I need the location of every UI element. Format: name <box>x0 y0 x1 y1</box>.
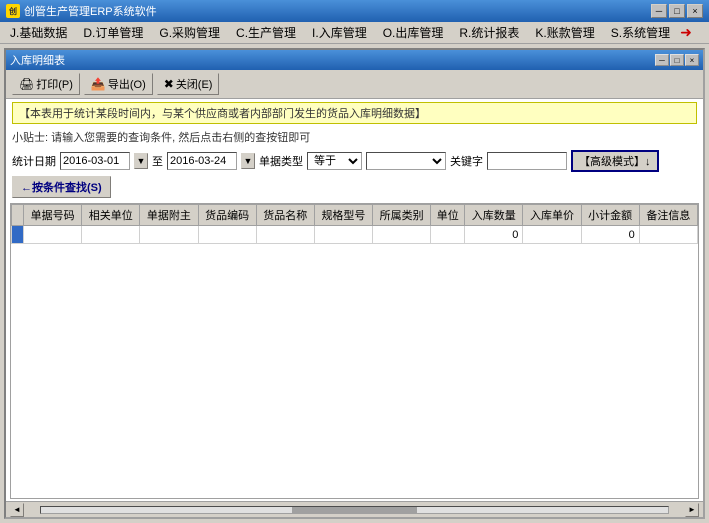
keyword-input[interactable] <box>487 152 567 170</box>
menu-orders[interactable]: D.订单管理 <box>75 22 151 43</box>
minimize-button[interactable]: ─ <box>651 4 667 18</box>
cell-qty: 0 <box>465 226 523 244</box>
cell-price <box>523 226 581 244</box>
inner-window: 入库明细表 ─ □ × 🖨 打印(P) 📤 导出(O) ✖ 关闭(E) 【本表 <box>4 48 705 519</box>
inner-minimize-button[interactable]: ─ <box>655 54 669 66</box>
col-spec: 规格型号 <box>314 205 372 226</box>
menu-basics[interactable]: J.基础数据 <box>2 22 75 43</box>
cell-doc-no <box>24 226 82 244</box>
menu-reports[interactable]: R.统计报表 <box>451 22 527 43</box>
maximize-button[interactable]: □ <box>669 4 685 18</box>
table-row[interactable]: 0 0 <box>12 226 698 244</box>
cell-remarks <box>639 226 697 244</box>
main-area: 入库明细表 ─ □ × 🖨 打印(P) 📤 导出(O) ✖ 关闭(E) 【本表 <box>0 44 709 523</box>
date-from-picker-button[interactable]: ▼ <box>134 153 148 169</box>
inner-close-button[interactable]: × <box>685 54 699 66</box>
col-doc-date: 单据附主 <box>140 205 198 226</box>
menu-bar: J.基础数据 D.订单管理 G.采购管理 C.生产管理 I.入库管理 O.出库管… <box>0 22 709 44</box>
cell-subtotal: 0 <box>581 226 639 244</box>
col-doc-no: 单据号码 <box>24 205 82 226</box>
col-price: 入库单价 <box>523 205 581 226</box>
cell-category <box>373 226 431 244</box>
col-remarks: 备注信息 <box>639 205 697 226</box>
horizontal-scrollbar[interactable] <box>40 506 669 514</box>
date-to-input[interactable] <box>167 152 237 170</box>
scroll-thumb <box>292 507 417 513</box>
type-select[interactable]: 等于 包含 不等于 <box>307 152 362 170</box>
search-button[interactable]: ←按条件查找(S) <box>12 176 111 198</box>
col-unit: 单位 <box>431 205 465 226</box>
inner-maximize-button[interactable]: □ <box>670 54 684 66</box>
inner-title-controls: ─ □ × <box>655 54 699 66</box>
close-button[interactable]: × <box>687 4 703 18</box>
export-icon: 📤 <box>91 77 106 91</box>
date-to-label: 至 <box>152 153 163 169</box>
inner-title-bar: 入库明细表 ─ □ × <box>6 50 703 70</box>
filter-row: 统计日期 ▼ 至 ▼ 单据类型 等于 包含 不等于 关键字 【高级模式】↓ ←按… <box>6 147 703 201</box>
cell-doc-date <box>140 226 198 244</box>
inner-toolbar: 🖨 打印(P) 📤 导出(O) ✖ 关闭(E) <box>6 70 703 99</box>
title-bar: 创 创管生产管理ERP系统软件 ─ □ × <box>0 0 709 22</box>
app-title: 创管生产管理ERP系统软件 <box>24 3 651 19</box>
menu-purchase[interactable]: G.采购管理 <box>151 22 228 43</box>
col-qty: 入库数量 <box>465 205 523 226</box>
date-label: 统计日期 <box>12 153 56 169</box>
close-inner-button[interactable]: ✖ 关闭(E) <box>157 73 220 95</box>
export-button[interactable]: 📤 导出(O) <box>84 73 153 95</box>
scroll-left-button[interactable]: ◄ <box>10 503 24 517</box>
col-product-code: 货品编码 <box>198 205 256 226</box>
title-bar-controls: ─ □ × <box>651 4 703 18</box>
date-from-input[interactable] <box>60 152 130 170</box>
col-product-name: 货品名称 <box>256 205 314 226</box>
type-value-select[interactable] <box>366 152 446 170</box>
menu-production[interactable]: C.生产管理 <box>228 22 304 43</box>
hint-text: 小贴士: 请输入您需要的查询条件, 然后点击右侧的查按钮即可 <box>6 127 703 147</box>
menu-system[interactable]: S.系统管理 <box>603 22 678 43</box>
cell-spec <box>314 226 372 244</box>
cell-product-name <box>256 226 314 244</box>
cell-unit <box>431 226 465 244</box>
col-category: 所属类别 <box>373 205 431 226</box>
data-table-container[interactable]: 单据号码 相关单位 单据附主 货品编码 货品名称 规格型号 所属类别 单位 入库… <box>10 203 699 499</box>
menu-accounts[interactable]: K.账款管理 <box>527 22 602 43</box>
col-indicator <box>12 205 24 226</box>
print-button[interactable]: 🖨 打印(P) <box>12 73 80 95</box>
cell-product-code <box>198 226 256 244</box>
inner-window-title: 入库明细表 <box>10 52 655 68</box>
close-icon: ✖ <box>164 77 174 91</box>
col-subtotal: 小计金额 <box>581 205 639 226</box>
scroll-right-button[interactable]: ► <box>685 503 699 517</box>
print-icon: 🖨 <box>19 77 34 91</box>
date-to-picker-button[interactable]: ▼ <box>241 153 255 169</box>
menu-outbound[interactable]: O.出库管理 <box>375 22 452 43</box>
keyword-label: 关键字 <box>450 153 483 169</box>
menu-inbound[interactable]: I.入库管理 <box>304 22 375 43</box>
table-header-row: 单据号码 相关单位 单据附主 货品编码 货品名称 规格型号 所属类别 单位 入库… <box>12 205 698 226</box>
row-indicator-cell <box>12 226 24 244</box>
menu-arrow-icon: ➜ <box>680 24 692 41</box>
status-bar: ◄ ► <box>6 501 703 517</box>
col-supplier: 相关单位 <box>82 205 140 226</box>
advanced-mode-button[interactable]: 【高级模式】↓ <box>571 150 659 172</box>
app-icon: 创 <box>6 4 20 18</box>
menu-video[interactable]: 【视频教程，先看再用】 <box>694 22 709 43</box>
type-label: 单据类型 <box>259 153 303 169</box>
info-text: 【本表用于统计某段时间内，与某个供应商或者内部部门发生的货品入库明细数据】 <box>12 102 697 124</box>
cell-supplier <box>82 226 140 244</box>
data-table: 单据号码 相关单位 单据附主 货品编码 货品名称 规格型号 所属类别 单位 入库… <box>11 204 698 244</box>
